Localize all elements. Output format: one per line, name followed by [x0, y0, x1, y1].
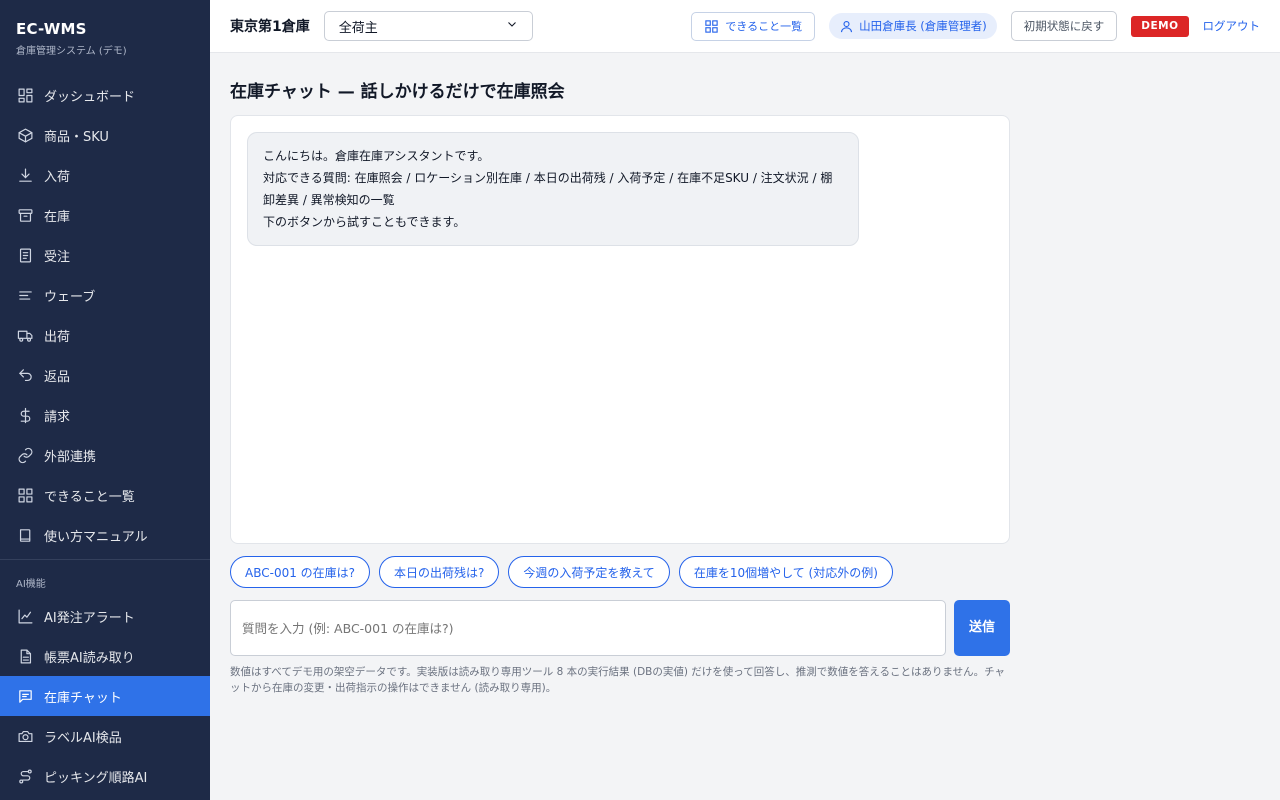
sidebar-item-label: 在庫チャット	[44, 690, 122, 706]
route-icon	[16, 767, 34, 785]
sidebar-item-label: できること一覧	[44, 489, 135, 505]
sidebar-item-label: 商品・SKU	[44, 129, 109, 145]
top-header: 東京第1倉庫 全荷主 できること一覧 山田倉庫長 (倉庫管理者) 初期状態に戻す…	[210, 0, 1280, 53]
assistant-message-line: こんにちは。倉庫在庫アシスタントです。	[263, 149, 490, 163]
sidebar-item-label: 使い方マニュアル	[44, 529, 148, 545]
chat-input[interactable]	[230, 600, 946, 656]
assistant-message-line: 対応できる質問: 在庫照会 / ロケーション別在庫 / 本日の出荷残 / 入荷予…	[263, 171, 833, 207]
assistant-message: こんにちは。倉庫在庫アシスタントです。 対応できる質問: 在庫照会 / ロケーシ…	[247, 132, 859, 246]
sidebar-item-label: 外部連携	[44, 449, 97, 465]
chat-panel: こんにちは。倉庫在庫アシスタントです。 対応できる質問: 在庫照会 / ロケーシ…	[230, 115, 1010, 544]
chat-input-row: 送信	[230, 600, 1010, 656]
brand-subtitle: 倉庫管理システム (デモ)	[16, 46, 127, 57]
chat-icon	[16, 687, 34, 705]
suggestion-chip[interactable]: ABC-001 の在庫は?	[230, 556, 371, 588]
book-icon	[16, 526, 34, 544]
file-text-icon	[16, 647, 34, 665]
sidebar-section-ai: AI機能	[16, 579, 46, 590]
sidebar-item-label: ピッキング順路AI	[44, 770, 148, 786]
chart-line-icon	[16, 607, 34, 625]
main-content: 在庫チャット — 話しかけるだけで在庫照会 こんにちは。倉庫在庫アシスタントです…	[230, 53, 1010, 696]
sidebar-item-dashboard[interactable]: ダッシュボード	[0, 75, 210, 115]
sidebar-item-label: 入荷	[44, 169, 71, 185]
sidebar-item-integrations[interactable]: 外部連携	[0, 435, 210, 475]
box-icon	[16, 126, 34, 144]
shipper-select-value: 全荷主	[338, 20, 378, 36]
sidebar-item-features[interactable]: できること一覧	[0, 475, 210, 515]
grid-icon	[16, 486, 34, 504]
send-button[interactable]: 送信	[954, 600, 1010, 656]
sidebar-item-label: AI発注アラート	[44, 610, 135, 626]
user-icon	[841, 20, 853, 32]
download-icon	[16, 166, 34, 184]
sidebar-item-ai-form-reader[interactable]: 帳票AI読み取り	[0, 636, 210, 676]
camera-icon	[16, 727, 34, 745]
sidebar-item-orders[interactable]: 受注	[0, 235, 210, 275]
sidebar-item-label: 請求	[44, 409, 71, 425]
logout-link[interactable]: ログアウト	[1203, 18, 1261, 34]
chevron-down-icon	[506, 18, 518, 34]
sidebar-item-inbound[interactable]: 入荷	[0, 155, 210, 195]
brand: EC-WMS 倉庫管理システム (デモ)	[0, 0, 210, 75]
dollar-icon	[16, 406, 34, 424]
warehouse-name: 東京第1倉庫	[230, 19, 310, 35]
sidebar-item-label: ラベルAI検品	[44, 730, 122, 746]
lines-icon	[16, 286, 34, 304]
sidebar-item-label: 在庫	[44, 209, 71, 225]
sidebar-item-inventory[interactable]: 在庫	[0, 195, 210, 235]
suggestion-chip[interactable]: 在庫を10個増やして (対応外の例)	[678, 556, 893, 588]
user-name: 山田倉庫長 (倉庫管理者)	[859, 19, 987, 33]
sidebar-item-label: ウェーブ	[44, 289, 96, 305]
features-button[interactable]: できること一覧	[691, 11, 816, 41]
footnote: 数値はすべてデモ用の架空データです。実装版は読み取り専用ツール 8 本の実行結果…	[230, 666, 1006, 694]
sidebar-item-products[interactable]: 商品・SKU	[0, 115, 210, 155]
brand-title: EC-WMS	[16, 20, 87, 38]
sidebar-item-manual[interactable]: 使い方マニュアル	[0, 515, 210, 555]
sidebar-item-label: 受注	[44, 249, 71, 265]
sidebar-item-ai-order-alert[interactable]: AI発注アラート	[0, 596, 210, 636]
sidebar-item-label: 出荷	[44, 329, 71, 345]
reset-button[interactable]: 初期状態に戻す	[1010, 11, 1118, 41]
dashboard-icon	[16, 86, 34, 104]
page-title: 在庫チャット — 話しかけるだけで在庫照会	[230, 82, 565, 102]
sidebar-item-label: 返品	[44, 369, 71, 385]
sidebar-item-ai-picking-route[interactable]: ピッキング順路AI	[0, 756, 210, 796]
sidebar-item-inventory-chat[interactable]: 在庫チャット	[0, 676, 210, 716]
sidebar-item-billing[interactable]: 請求	[0, 395, 210, 435]
features-button-label: できること一覧	[725, 20, 803, 33]
sidebar-item-ai-label-inspection[interactable]: ラベルAI検品	[0, 716, 210, 756]
demo-badge: DEMO	[1131, 15, 1189, 37]
link-icon	[16, 446, 34, 464]
sidebar: EC-WMS 倉庫管理システム (デモ) ダッシュボード 商品・SKU 入荷 在…	[0, 0, 210, 800]
sidebar-item-wave[interactable]: ウェーブ	[0, 275, 210, 315]
shipper-select[interactable]: 全荷主	[323, 11, 533, 41]
grid-icon	[705, 19, 718, 33]
suggestion-chips: ABC-001 の在庫は? 本日の出荷残は? 今週の入荷予定を教えて 在庫を10…	[230, 556, 1010, 588]
user-pill[interactable]: 山田倉庫長 (倉庫管理者)	[829, 13, 997, 39]
sidebar-item-shipping[interactable]: 出荷	[0, 315, 210, 355]
undo-icon	[16, 366, 34, 384]
sidebar-item-returns[interactable]: 返品	[0, 355, 210, 395]
sidebar-item-label: ダッシュボード	[44, 89, 136, 105]
archive-icon	[16, 206, 34, 224]
truck-icon	[16, 326, 34, 344]
assistant-message-line: 下のボタンから試すこともできます。	[263, 215, 466, 229]
suggestion-chip[interactable]: 本日の出荷残は?	[379, 556, 500, 588]
document-icon	[16, 246, 34, 264]
suggestion-chip[interactable]: 今週の入荷予定を教えて	[508, 556, 670, 588]
sidebar-item-label: 帳票AI読み取り	[44, 650, 135, 666]
